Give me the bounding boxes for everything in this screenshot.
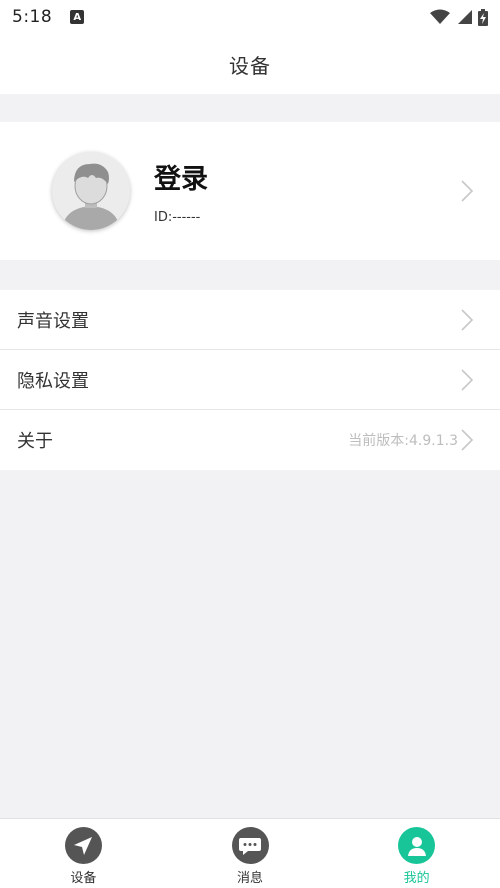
settings-menu: 声音设置 隐私设置 关于 当前版本:4.9.1.3: [0, 290, 500, 470]
menu-item-label: 隐私设置: [17, 370, 89, 392]
profile-card[interactable]: 登录 ID:------: [0, 122, 500, 260]
tab-messages[interactable]: 消息: [167, 819, 334, 888]
version-value: 当前版本:4.9.1.3: [348, 433, 458, 449]
page-title: 设备: [229, 53, 271, 78]
avatar[interactable]: [52, 152, 130, 230]
wifi-icon: [430, 9, 450, 24]
menu-item-label: 声音设置: [17, 310, 89, 332]
signal-icon: [458, 10, 472, 24]
chevron-right-icon: [461, 180, 474, 202]
tab-devices[interactable]: 设备: [0, 819, 167, 888]
tab-label: 设备: [70, 871, 97, 886]
chevron-right-icon: [461, 308, 474, 331]
chevron-right-icon: [461, 368, 474, 391]
menu-item-label: 关于: [17, 431, 53, 452]
bottom-tab-bar: 设备 消息 我的: [0, 818, 500, 888]
person-icon: [398, 827, 436, 864]
status-icons: [430, 8, 488, 26]
chat-bubble-icon: [231, 827, 269, 864]
send-icon: [64, 827, 102, 864]
chevron-right-icon: [461, 429, 474, 451]
status-time: 5:18: [12, 7, 53, 27]
default-avatar-icon: [52, 152, 130, 230]
menu-item-sound-settings[interactable]: 声音设置: [0, 290, 500, 350]
login-label[interactable]: 登录: [154, 157, 208, 196]
tab-label: 消息: [237, 871, 264, 886]
profile-text: 登录 ID:------: [154, 157, 208, 225]
menu-item-about[interactable]: 关于 当前版本:4.9.1.3: [0, 410, 500, 470]
tab-mine[interactable]: 我的: [333, 819, 500, 888]
app-notification-icon: A: [70, 10, 85, 24]
user-id-label: ID:------: [154, 210, 201, 225]
tab-label: 我的: [403, 871, 430, 886]
header: 设备: [0, 34, 500, 94]
status-bar: 5:18 A: [0, 0, 500, 34]
menu-item-privacy-settings[interactable]: 隐私设置: [0, 350, 500, 410]
battery-charging-icon: [478, 8, 488, 26]
